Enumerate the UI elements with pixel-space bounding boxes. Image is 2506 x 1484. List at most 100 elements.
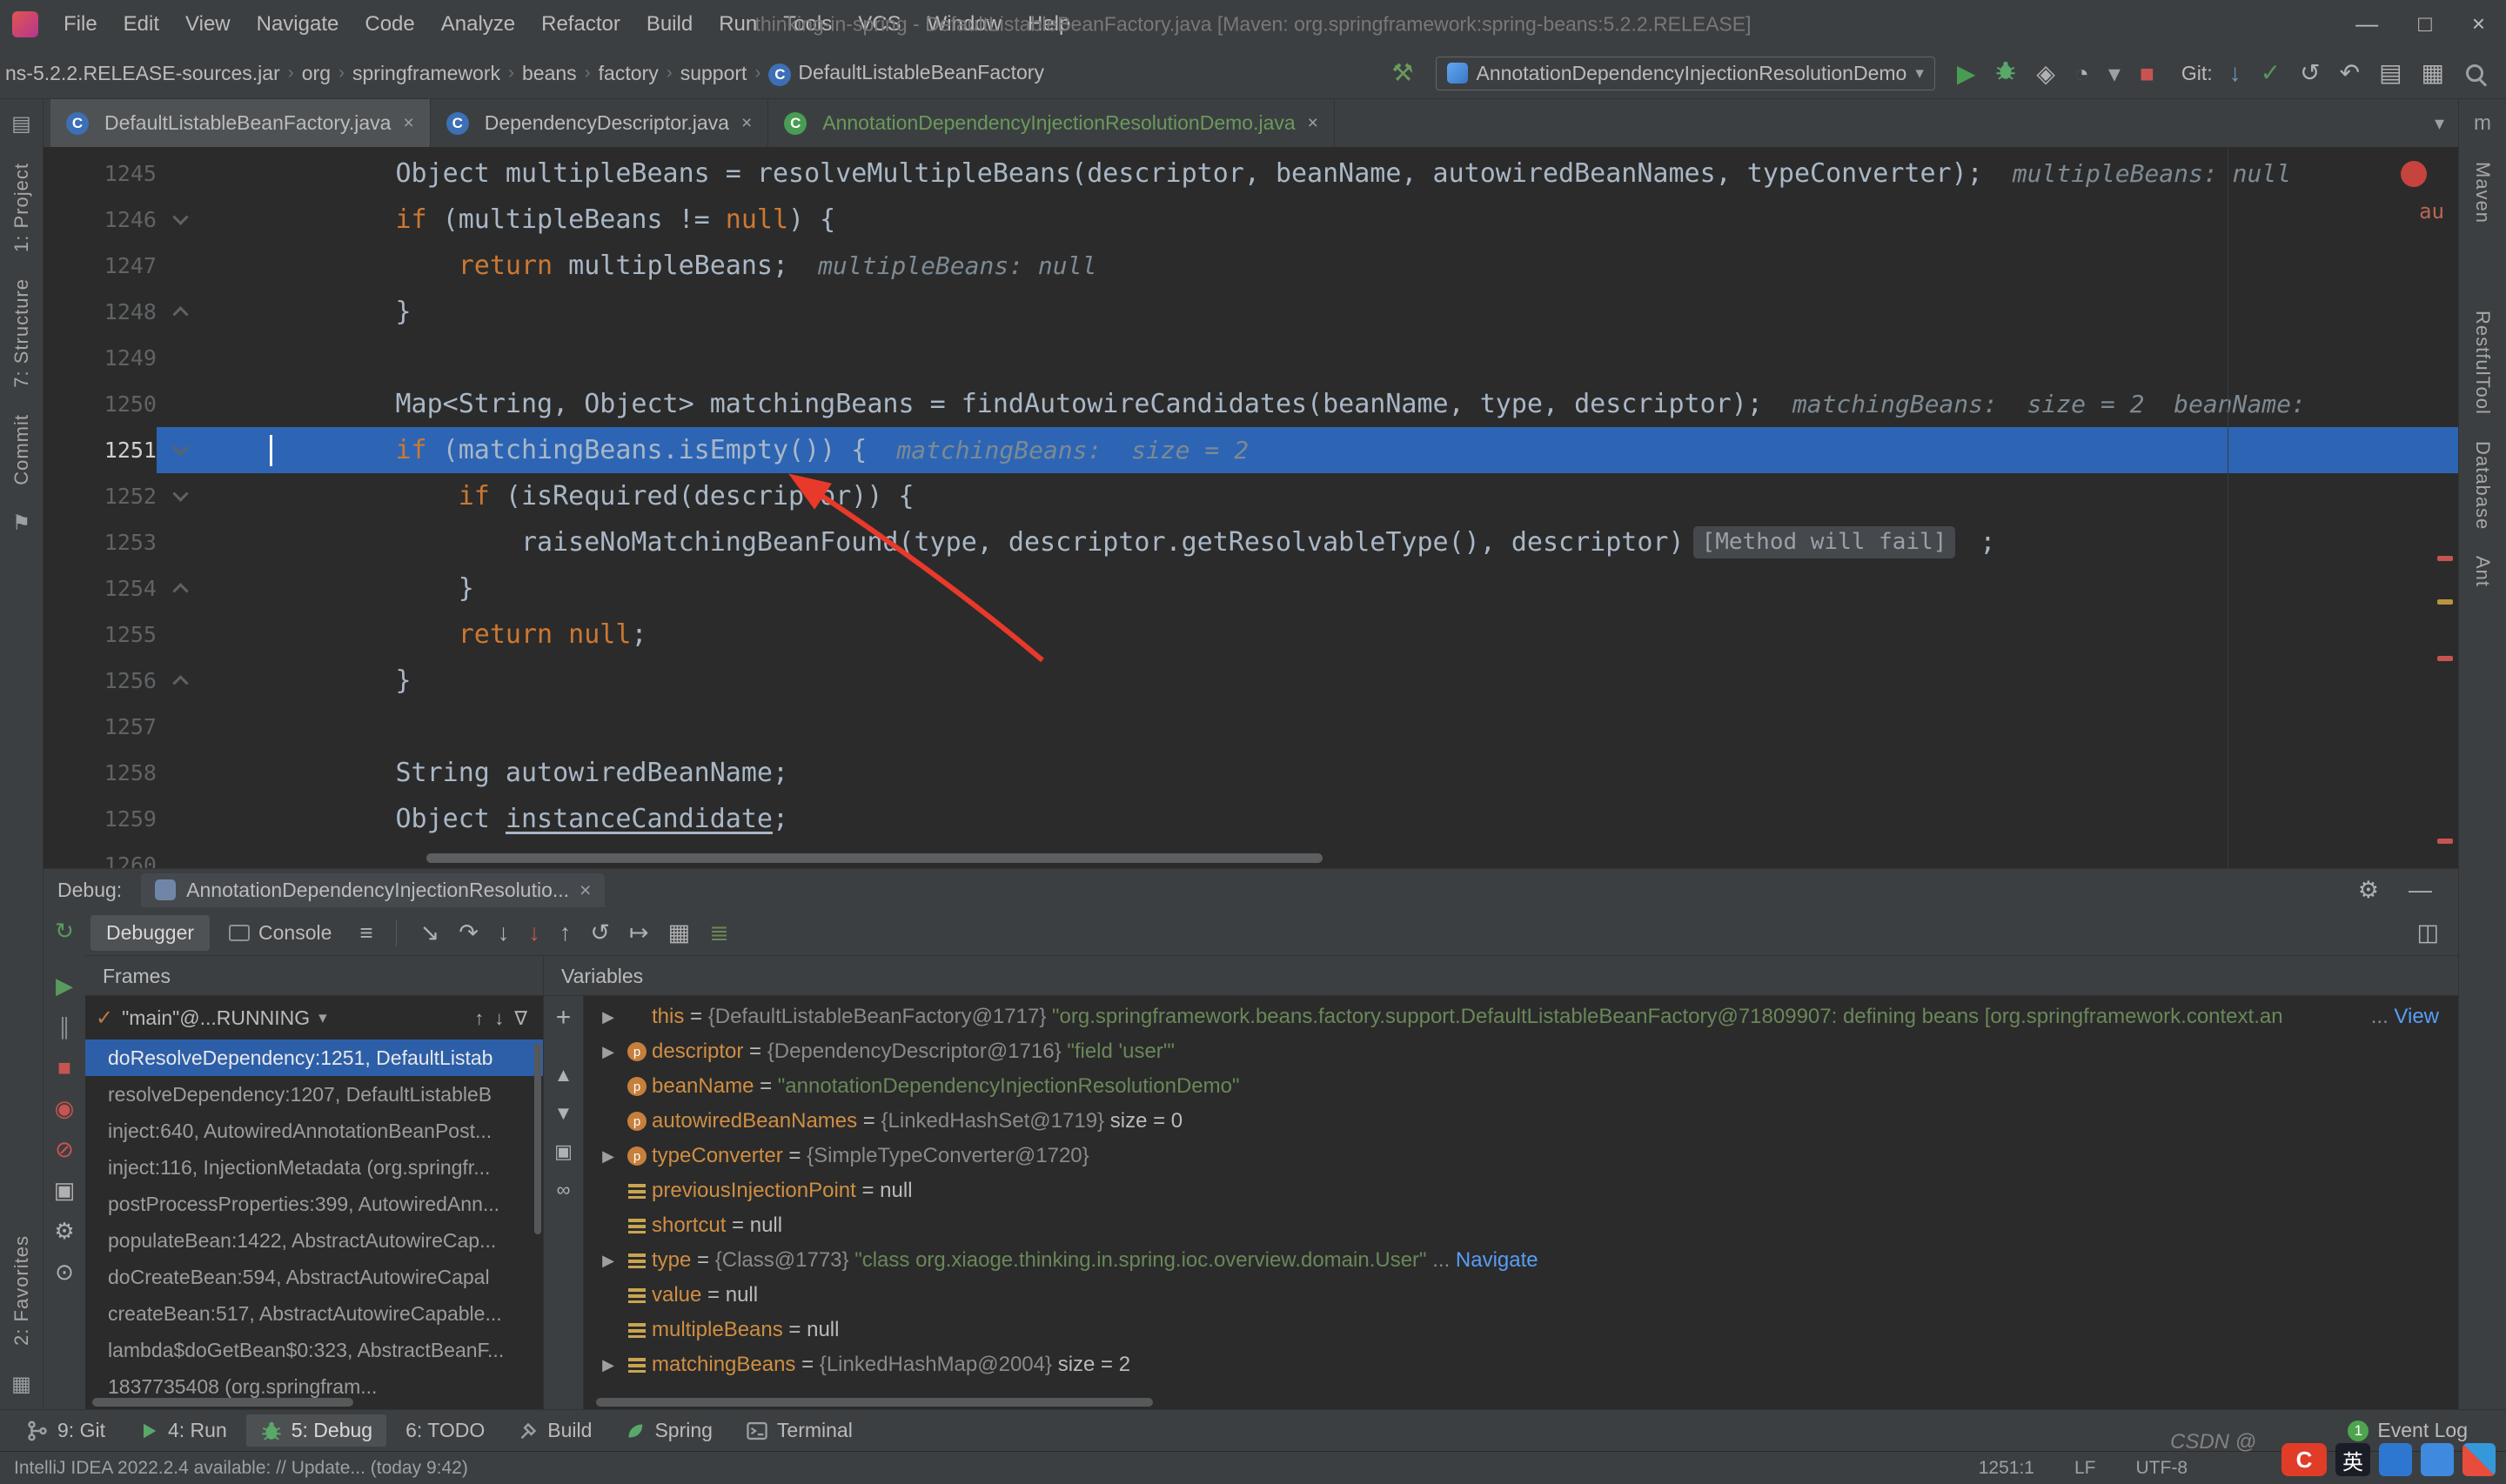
view-breakpoints-button[interactable]: ◉ bbox=[55, 1097, 75, 1120]
breadcrumb-item[interactable]: beans bbox=[522, 62, 577, 85]
previous-frame-button[interactable]: ↑ bbox=[469, 1007, 489, 1029]
coverage-button[interactable]: ◈ bbox=[2036, 60, 2055, 87]
step-out-button[interactable]: ↑ bbox=[550, 921, 581, 945]
profiler-button[interactable]: ◔ bbox=[2074, 60, 2089, 87]
editor-line[interactable]: 1247 return multipleBeans; multipleBeans:… bbox=[44, 243, 2458, 289]
variable-row[interactable]: previousInjectionPoint = null bbox=[584, 1173, 2458, 1208]
variable-row[interactable]: multipleBeans = null bbox=[584, 1313, 2458, 1347]
run-config-selector[interactable]: AnnotationDependencyInjectionResolutionD… bbox=[1435, 56, 1935, 90]
wrench-icon[interactable]: ⚒ bbox=[1391, 61, 1413, 85]
trace-settings-button[interactable]: ≣ bbox=[700, 921, 739, 945]
error-stripe-mark[interactable] bbox=[2437, 656, 2453, 661]
rollback-button[interactable]: ↶ bbox=[2340, 59, 2360, 86]
project-icon[interactable]: ▤ bbox=[11, 111, 31, 137]
debug-session-tab[interactable]: AnnotationDependencyInjectionResolutio..… bbox=[141, 872, 606, 907]
debug-button[interactable] bbox=[1994, 60, 2017, 87]
layout-menu-icon[interactable]: ≡ bbox=[351, 919, 381, 946]
frame-row[interactable]: createBean:517, AbstractAutowireCapable.… bbox=[85, 1295, 543, 1332]
variable-row[interactable]: shortcut = null bbox=[584, 1208, 2458, 1243]
sidebar-item-commit[interactable]: Commit bbox=[10, 414, 33, 485]
editor-line[interactable]: 1249 bbox=[44, 335, 2458, 381]
hide-panel-icon[interactable]: — bbox=[2409, 877, 2432, 904]
variable-row[interactable]: ▶ type = {Class@1773} "class org.xiaoge.t… bbox=[584, 1243, 2458, 1278]
sidebar-item-maven[interactable]: Maven bbox=[2471, 162, 2494, 224]
error-stripe-mark[interactable] bbox=[2437, 556, 2453, 561]
tab-console[interactable]: Console bbox=[213, 915, 347, 951]
breadcrumb-item[interactable]: C DefaultListableBeanFactory bbox=[768, 61, 1044, 86]
editor-line[interactable]: 1253 raiseNoMatchingBeanFound(type, desc… bbox=[44, 519, 2458, 565]
menu-file[interactable]: File bbox=[50, 12, 111, 37]
bookmark-icon[interactable]: ⚑ bbox=[12, 511, 31, 536]
thread-dump-button[interactable]: ▣ bbox=[54, 1179, 76, 1201]
menu-edit[interactable]: Edit bbox=[111, 12, 172, 37]
show-watches-toggle[interactable]: ∞ bbox=[557, 1179, 571, 1201]
maven-icon[interactable]: m bbox=[2474, 111, 2491, 136]
tool-window-button-todo[interactable]: 6: TODO bbox=[392, 1414, 499, 1447]
run-button[interactable]: ▶ bbox=[1957, 60, 1976, 87]
sidebar-item-database[interactable]: Database bbox=[2471, 441, 2494, 530]
breadcrumb-item[interactable]: springframework bbox=[352, 62, 500, 85]
variable-row[interactable]: ▶ p descriptor = {DependencyDescriptor@171… bbox=[584, 1034, 2458, 1069]
editor-line[interactable]: 1250 Map<String, Object> matchingBeans =… bbox=[44, 381, 2458, 427]
sidebar-item-favorites[interactable]: 2: Favorites bbox=[10, 1235, 33, 1346]
step-into-button[interactable]: ↓ bbox=[488, 921, 519, 945]
search-icon[interactable] bbox=[2466, 64, 2483, 82]
editor-line[interactable]: 1257 bbox=[44, 704, 2458, 750]
caret-position[interactable]: 1251:1 bbox=[1979, 1458, 2034, 1479]
shelve-button[interactable]: ▤ bbox=[2379, 59, 2402, 86]
editor-line[interactable]: 1255 return null; bbox=[44, 612, 2458, 658]
history-button[interactable]: ↺ bbox=[2300, 59, 2320, 86]
editor-line[interactable]: 1246 if (multipleBeans != null) { bbox=[44, 197, 2458, 243]
frame-row[interactable]: inject:116, InjectionMetadata (org.sprin… bbox=[85, 1149, 543, 1186]
error-stripe-mark[interactable] bbox=[2437, 839, 2453, 844]
close-icon[interactable]: × bbox=[741, 113, 752, 134]
frame-row[interactable]: lambda$doGetBean$0:323, AbstractBeanF... bbox=[85, 1332, 543, 1368]
expand-icon[interactable]: ▶ bbox=[594, 1147, 622, 1166]
editor-line[interactable]: 1248 } bbox=[44, 289, 2458, 335]
variable-row[interactable]: ▶ p typeConverter = {SimpleTypeConverter@1… bbox=[584, 1139, 2458, 1173]
show-execution-point-button[interactable]: ↘ bbox=[411, 921, 450, 945]
tool-window-button-git[interactable]: 9: Git bbox=[12, 1414, 119, 1447]
minimize-button[interactable]: — bbox=[2355, 10, 2378, 37]
menu-code[interactable]: Code bbox=[352, 12, 427, 37]
breadcrumb-item[interactable]: ns-5.2.2.RELEASE-sources.jar bbox=[5, 62, 280, 85]
chevron-down-icon[interactable]: ▾ bbox=[318, 1008, 327, 1028]
frames-horizontal-scrollbar[interactable] bbox=[92, 1398, 353, 1407]
tool-window-switcher-icon[interactable]: ▦ bbox=[11, 1372, 31, 1397]
fold-up-icon[interactable] bbox=[157, 289, 204, 335]
maximize-button[interactable]: □ bbox=[2418, 10, 2432, 37]
stop-debug-button[interactable]: ■ bbox=[57, 1056, 71, 1079]
variable-row[interactable]: value = null bbox=[584, 1278, 2458, 1313]
more-tabs-icon[interactable]: ▾ bbox=[2435, 112, 2458, 135]
breadcrumb-item[interactable]: support bbox=[680, 62, 747, 85]
variables-horizontal-scrollbar[interactable] bbox=[596, 1398, 1153, 1407]
evaluate-expression-button[interactable]: ▦ bbox=[659, 921, 700, 945]
menu-navigate[interactable]: Navigate bbox=[244, 12, 352, 37]
frame-row[interactable]: resolveDependency:1207, DefaultListableB bbox=[85, 1076, 543, 1113]
mute-breakpoints-button[interactable]: ⊘ bbox=[55, 1138, 74, 1160]
expand-icon[interactable]: ▶ bbox=[594, 1043, 622, 1061]
new-watch-button[interactable]: + bbox=[556, 1003, 572, 1033]
drop-frame-button[interactable]: ↺ bbox=[580, 921, 620, 945]
update-project-button[interactable]: ↓ bbox=[2229, 59, 2241, 86]
frame-row[interactable]: populateBean:1422, AbstractAutowireCap..… bbox=[85, 1222, 543, 1259]
commit-button[interactable]: ✓ bbox=[2261, 59, 2281, 86]
menu-refactor[interactable]: Refactor bbox=[528, 12, 633, 37]
warning-stripe-mark[interactable] bbox=[2437, 599, 2453, 605]
editor-horizontal-scrollbar[interactable] bbox=[426, 853, 1323, 863]
menu-build[interactable]: Build bbox=[633, 12, 706, 37]
sidebar-item-project[interactable]: 1: Project bbox=[10, 163, 33, 252]
frame-row[interactable]: doResolveDependency:1251, DefaultListab bbox=[85, 1039, 543, 1076]
editor-line[interactable]: 1254 } bbox=[44, 565, 2458, 612]
editor-line[interactable]: 1258 String autowiredBeanName; bbox=[44, 750, 2458, 796]
rerun-button[interactable]: ↻ bbox=[55, 919, 74, 942]
fold-up-icon[interactable] bbox=[157, 565, 204, 612]
restore-layout-icon[interactable]: ◫ bbox=[2416, 919, 2453, 946]
navigate-down-button[interactable]: ▼ bbox=[554, 1102, 573, 1125]
menu-analyze[interactable]: Analyze bbox=[428, 12, 528, 37]
editor-line[interactable]: 1245 Object multipleBeans = resolveMulti… bbox=[44, 150, 2458, 197]
run-to-cursor-button[interactable]: ↦ bbox=[620, 921, 659, 945]
expand-icon[interactable]: ▶ bbox=[594, 1252, 622, 1270]
breadcrumb-item[interactable]: factory bbox=[599, 62, 659, 85]
expand-icon[interactable]: ▶ bbox=[594, 1008, 622, 1026]
